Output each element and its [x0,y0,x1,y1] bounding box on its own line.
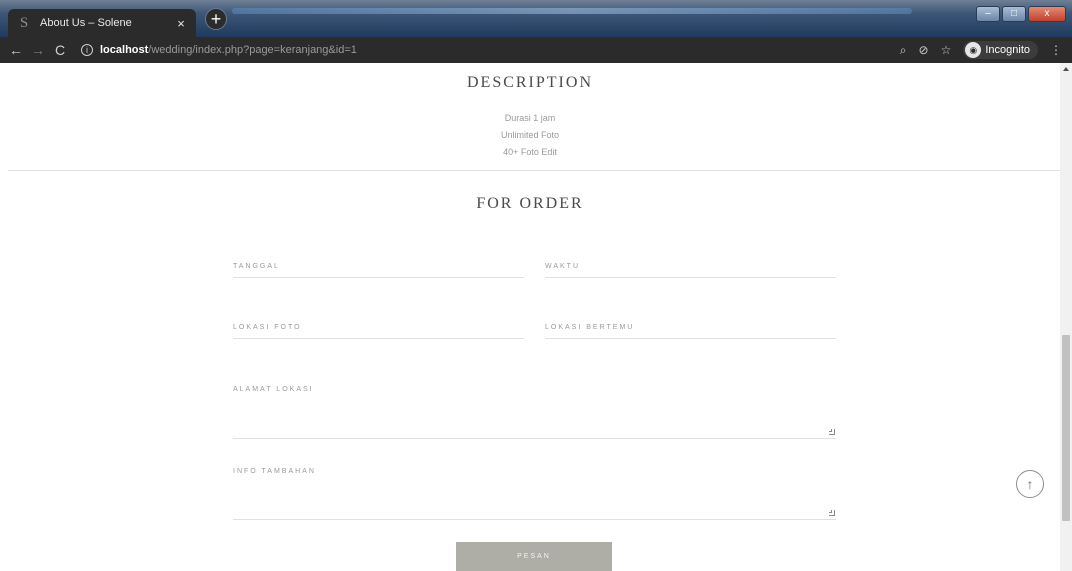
menu-icon[interactable]: ⋮ [1050,43,1062,57]
waktu-field[interactable]: WAKTU [545,258,836,278]
bookmark-star-icon[interactable]: ☆ [941,43,952,57]
info-tambahan-label: INFO TAMBAHAN [233,468,316,475]
back-button[interactable]: ← [5,42,27,58]
new-tab-button[interactable]: + [205,8,227,30]
close-window-button[interactable]: x [1028,6,1066,22]
maximize-button[interactable]: □ [1002,6,1026,22]
incognito-indicator[interactable]: ◉ Incognito [963,41,1038,59]
window-controls: – □ x [976,6,1066,22]
incognito-label: Incognito [985,44,1030,56]
tanggal-field[interactable]: TANGGAL [233,258,524,278]
forward-button[interactable]: → [27,42,49,58]
eye-off-icon[interactable]: ⊘ [919,43,929,57]
info-tambahan-textarea[interactable]: INFO TAMBAHAN [233,463,836,520]
zoom-icon[interactable]: ⌕ [900,43,907,58]
tab-title: About Us – Solene [40,17,132,29]
page-scrollbar[interactable] [1060,63,1072,571]
description-title: DESCRIPTION [466,74,593,91]
lokasi-foto-label: LOKASI FOTO [233,324,302,331]
window-titlebar: S About Us – Solene × + – □ x [0,0,1072,37]
tab-close-icon[interactable]: × [174,16,188,31]
site-info-icon[interactable]: i [81,44,93,56]
alamat-lokasi-textarea[interactable]: ALAMAT LOKASI [233,381,836,439]
alamat-lokasi-label: ALAMAT LOKASI [233,386,314,393]
order-title: FOR ORDER [476,195,584,212]
description-list: Durasi 1 jam Unlimited Foto 40+ Foto Edi… [0,110,1060,161]
page-content: DESCRIPTION Durasi 1 jam Unlimited Foto … [0,63,1060,571]
pesan-button[interactable]: PESAN [456,542,612,571]
resize-handle-icon[interactable] [829,429,835,435]
site-favicon-icon: S [19,15,29,31]
resize-handle-icon[interactable] [829,510,835,516]
lokasi-foto-field[interactable]: LOKASI FOTO [233,319,524,339]
url-path: /wedding/index.php?page=keranjang&id=1 [148,44,357,56]
tanggal-label: TANGGAL [233,263,280,270]
section-divider [8,170,1060,171]
scroll-up-arrow-icon[interactable] [1063,67,1069,71]
titlebar-decoration [232,8,912,14]
lokasi-bertemu-label: LOKASI BERTEMU [545,324,635,331]
waktu-label: WAKTU [545,263,581,270]
minimize-button[interactable]: – [976,6,1000,22]
browser-tab[interactable]: S About Us – Solene × [8,9,196,37]
toolbar-actions: ⌕ ⊘ ☆ ◉ Incognito ⋮ [900,41,1062,59]
description-line: 40+ Foto Edit [503,147,557,157]
scrollbar-thumb[interactable] [1062,335,1070,521]
description-line: Unlimited Foto [500,130,560,140]
incognito-icon: ◉ [965,42,982,58]
lokasi-bertemu-field[interactable]: LOKASI BERTEMU [545,319,836,339]
address-bar[interactable]: i localhost /wedding/index.php?page=kera… [81,44,357,56]
description-line: Durasi 1 jam [504,113,556,123]
url-host: localhost [100,44,149,56]
reload-button[interactable]: C [49,42,71,58]
browser-toolbar: ← → C i localhost /wedding/index.php?pag… [0,37,1072,63]
scroll-to-top-icon[interactable]: ↑ [1016,470,1044,498]
